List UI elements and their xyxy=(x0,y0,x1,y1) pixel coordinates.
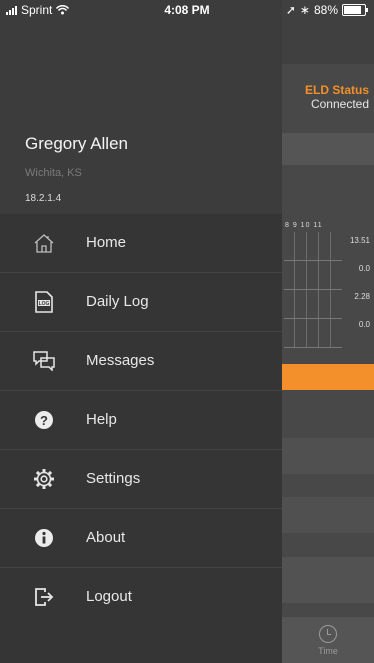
hours-values: 13.51 0.0 2.28 0.0 xyxy=(342,232,370,344)
user-name: Gregory Allen xyxy=(25,134,128,153)
eld-status: ELD Status Connected xyxy=(282,83,369,111)
home-icon xyxy=(32,231,56,255)
hours-value: 0.0 xyxy=(358,320,370,329)
svg-text:?: ? xyxy=(40,413,48,428)
menu-item-label: Home xyxy=(86,234,127,251)
location-arrow-icon: ➚ xyxy=(285,3,296,17)
menu-item-label: Daily Log xyxy=(86,293,149,310)
eld-status-title: ELD Status xyxy=(304,83,369,97)
messages-icon xyxy=(32,349,56,373)
background-screen: ELD Status Connected 8 9 10 11 13.51 0.0… xyxy=(282,0,374,663)
bluetooth-icon: ∗ xyxy=(299,3,310,17)
menu-item-label: About xyxy=(86,529,126,546)
tab-time[interactable]: Time xyxy=(282,617,374,663)
menu-item-messages[interactable]: Messages xyxy=(0,332,282,391)
menu-item-about[interactable]: About xyxy=(0,509,282,568)
help-icon: ? xyxy=(32,408,56,432)
hours-value: 2.28 xyxy=(354,292,370,301)
log-grid xyxy=(284,232,342,348)
menu-item-label: Messages xyxy=(86,352,155,369)
tab-time-label: Time xyxy=(318,646,338,656)
menu-item-daily-log[interactable]: LOG Daily Log xyxy=(0,273,282,332)
eld-status-value: Connected xyxy=(310,97,369,111)
clock-icon xyxy=(319,625,337,643)
hours-header: 8 9 10 11 xyxy=(285,222,323,229)
menu-item-help[interactable]: ? Help xyxy=(0,391,282,450)
hours-value: 0.0 xyxy=(358,264,370,273)
menu-item-label: Logout xyxy=(86,588,132,605)
side-drawer: Gregory Allen Wichita, KS 18.2.1.4 Home … xyxy=(0,0,282,663)
app-version: 18.2.1.4 xyxy=(25,193,62,204)
battery-percent: 88% xyxy=(313,3,338,17)
info-icon xyxy=(32,526,56,550)
hours-value: 13.51 xyxy=(349,236,370,245)
menu-item-settings[interactable]: Settings xyxy=(0,450,282,509)
logout-icon xyxy=(32,585,56,609)
orange-bar[interactable] xyxy=(282,364,374,390)
menu-item-logout[interactable]: Logout xyxy=(0,568,282,626)
profile-header: Gregory Allen Wichita, KS 18.2.1.4 xyxy=(0,0,282,214)
menu-item-label: Help xyxy=(86,411,117,428)
menu-item-home[interactable]: Home xyxy=(0,214,282,273)
menu-item-label: Settings xyxy=(86,470,141,487)
battery-icon xyxy=(342,4,368,16)
svg-text:LOG: LOG xyxy=(39,301,50,307)
gear-icon xyxy=(32,467,56,491)
drawer-menu: Home LOG Daily Log Messages ? Help Setti… xyxy=(0,214,282,626)
user-location: Wichita, KS xyxy=(25,167,82,179)
status-bar: Sprint 4:08 PM ➚ ∗ 88% xyxy=(0,0,374,20)
log-icon: LOG xyxy=(32,290,56,314)
